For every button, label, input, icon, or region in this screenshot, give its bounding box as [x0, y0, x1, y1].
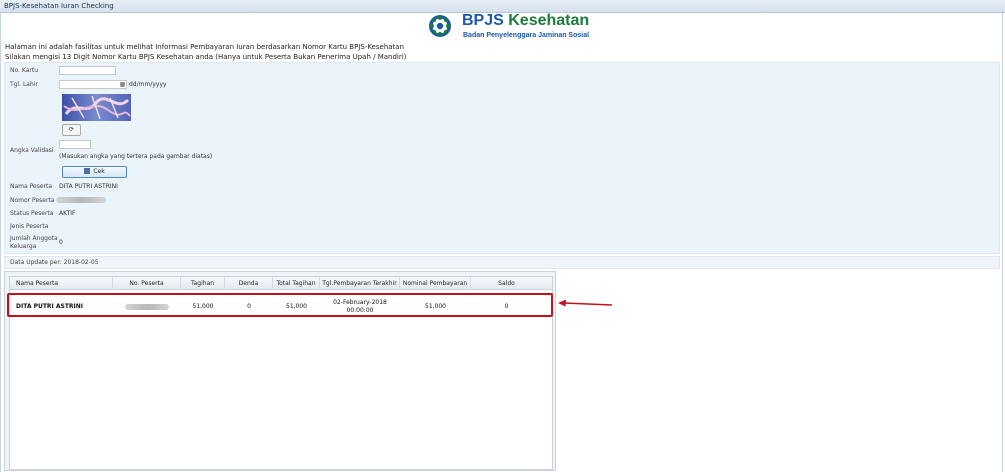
nomor-peserta-label: Nomor Peserta [10, 197, 55, 204]
nama-peserta-label: Nama Peserta [10, 183, 53, 190]
jenis-peserta-label: Jenis Peserta [10, 223, 49, 230]
col-nominal-pembayaran[interactable]: Nominal Pembayaran [400, 277, 471, 290]
tgl-lahir-input[interactable] [59, 80, 127, 89]
highlight-box [7, 293, 553, 317]
captcha-noise-icon [63, 95, 131, 120]
bpjs-logo: BPJS Kesehatan Badan Penyelenggara Jamin… [428, 12, 590, 44]
refresh-icon: ⟳ [68, 126, 75, 133]
tgl-lahir-label: Tgl. Lahir [10, 81, 38, 88]
intro-line-2: Silakan mengisi 13 Digit Nomor Kartu BPJ… [5, 53, 407, 61]
jumlah-anggota-label-1: Jumlah Anggota [10, 235, 58, 242]
nomor-peserta-redacted [56, 197, 106, 203]
col-saldo[interactable]: Saldo [471, 277, 542, 290]
col-tgl-pembayaran[interactable]: Tgl.Pembayaran Terakhir [320, 277, 400, 290]
validasi-hint: (Masukan angka yang tertera pada gambar … [59, 153, 213, 160]
col-total-tagihan[interactable]: Total Tagihan [273, 277, 320, 290]
status-peserta-value: AKTIF [59, 210, 76, 217]
check-form: No. Kartu Tgl. Lahir ▦ dd/mm/yyyy ⟳ Angk… [4, 62, 1000, 254]
pointer-arrow-icon [558, 299, 612, 307]
angka-validasi-label: Angka Validasi [10, 147, 54, 154]
cek-button[interactable]: Cek [62, 166, 127, 178]
jumlah-anggota-label-2: Keluarga [10, 243, 37, 250]
col-tagihan[interactable]: Tagihan [181, 277, 225, 290]
brand-tagline: Badan Penyelenggara Jaminan Sosial [463, 32, 590, 39]
brand-name: BPJS Kesehatan [462, 12, 590, 29]
jumlah-anggota-value: 0 [59, 239, 63, 246]
angka-validasi-input[interactable] [59, 140, 91, 149]
status-peserta-label: Status Peserta [10, 210, 54, 217]
intro-line-1: Halaman ini adalah fasilitas untuk melih… [5, 43, 405, 51]
save-icon [84, 168, 91, 174]
grid-header: Nama Peserta No. Peserta Tagihan Denda T… [10, 277, 552, 290]
intro-text: Halaman ini adalah fasilitas untuk melih… [5, 42, 406, 62]
nama-peserta-value: DITA PUTRI ASTRINI [59, 183, 118, 190]
no-kartu-input[interactable] [59, 66, 116, 75]
calendar-icon[interactable]: ▦ [119, 81, 126, 88]
bpjs-emblem-icon [429, 15, 451, 37]
tgl-lahir-hint: dd/mm/yyyy [129, 81, 167, 88]
data-update-bar: Data Update per: 2018-02-05 [4, 256, 1000, 269]
captcha-image [62, 94, 131, 121]
col-denda[interactable]: Denda [225, 277, 273, 290]
col-no-peserta[interactable]: No. Peserta [113, 277, 181, 290]
no-kartu-label: No. Kartu [10, 67, 38, 74]
refresh-captcha-button[interactable]: ⟳ [62, 124, 81, 136]
col-nama-peserta[interactable]: Nama Peserta [10, 277, 113, 290]
